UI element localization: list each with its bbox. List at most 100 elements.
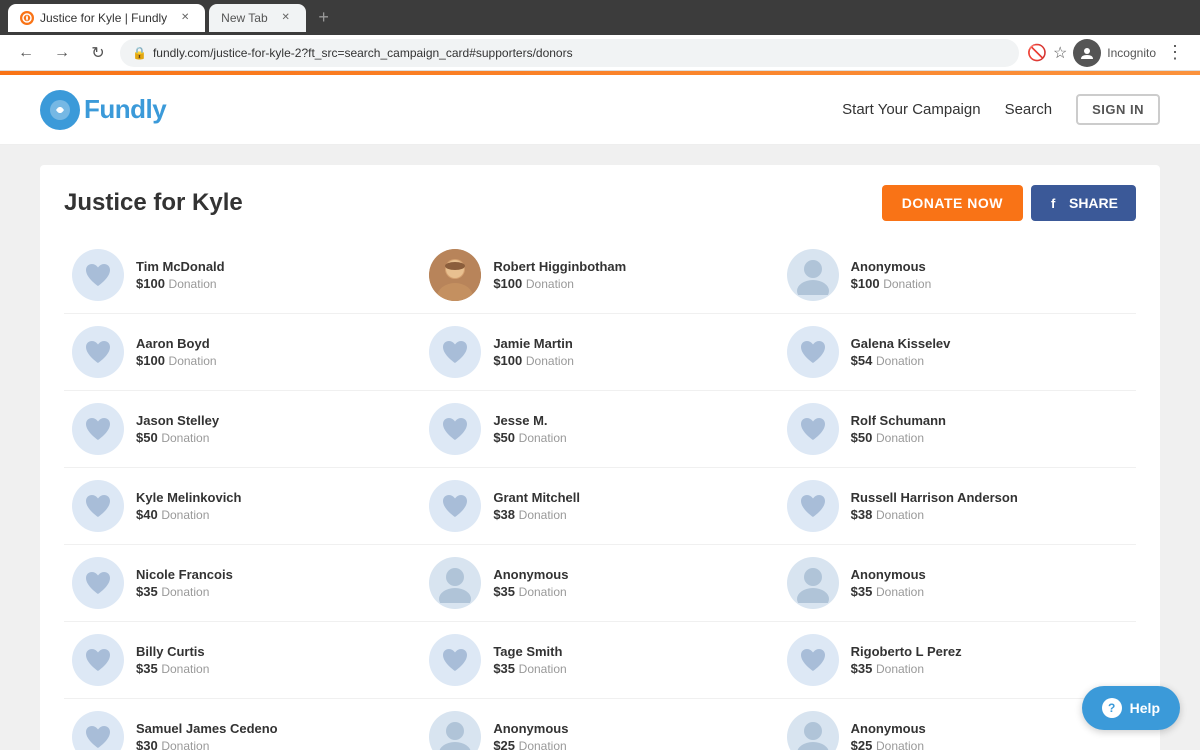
donor-info: Galena Kisselev $54 Donation <box>851 336 951 368</box>
forward-button[interactable]: → <box>48 39 76 67</box>
donor-amount: $30 Donation <box>136 738 278 750</box>
avatar <box>787 326 839 378</box>
list-item: Grant Mitchell $38 Donation <box>421 468 778 545</box>
campaign-card: Justice for Kyle DONATE NOW f SHARE Tim … <box>40 165 1160 750</box>
browser-menu-button[interactable]: ⋮ <box>1162 38 1188 67</box>
avatar <box>72 326 124 378</box>
donor-amount: $35 Donation <box>851 661 962 676</box>
list-item: Nicole Francois $35 Donation <box>64 545 421 622</box>
donor-amount: $100 Donation <box>493 353 574 368</box>
tab-new[interactable]: New Tab ✕ <box>209 4 305 32</box>
donor-info: Billy Curtis $35 Donation <box>136 644 209 676</box>
donor-amount: $25 Donation <box>493 738 568 750</box>
avatar <box>429 634 481 686</box>
donor-amount: $25 Donation <box>851 738 926 750</box>
donor-amount: $35 Donation <box>851 584 926 599</box>
tab-favicon-icon <box>20 11 34 25</box>
donor-amount: $100 Donation <box>136 353 217 368</box>
donor-info: Aaron Boyd $100 Donation <box>136 336 217 368</box>
donor-amount: $38 Donation <box>493 507 580 522</box>
donor-name: Grant Mitchell <box>493 490 580 505</box>
new-tab-button[interactable]: + <box>310 4 338 32</box>
star-icon[interactable]: ☆ <box>1053 43 1067 63</box>
donor-info: Jason Stelley $50 Donation <box>136 413 219 445</box>
list-item: Aaron Boyd $100 Donation <box>64 314 421 391</box>
donor-name: Rolf Schumann <box>851 413 946 428</box>
donor-name: Aaron Boyd <box>136 336 217 351</box>
avatar <box>787 403 839 455</box>
tab-close-button[interactable]: ✕ <box>177 10 193 26</box>
sign-in-button[interactable]: SIGN IN <box>1076 94 1160 125</box>
donor-amount: $50 Donation <box>851 430 946 445</box>
browser-chrome: Justice for Kyle | Fundly ✕ New Tab ✕ + <box>0 0 1200 35</box>
donate-now-button[interactable]: DONATE NOW <box>882 185 1023 221</box>
donor-name: Nicole Francois <box>136 567 233 582</box>
avatar <box>429 711 481 750</box>
avatar <box>72 634 124 686</box>
incognito-icon <box>1073 39 1101 67</box>
donor-info: Tage Smith $35 Donation <box>493 644 566 676</box>
list-item: Anonymous $100 Donation <box>779 237 1136 314</box>
list-item: Kyle Melinkovich $40 Donation <box>64 468 421 545</box>
avatar <box>429 249 481 301</box>
avatar <box>72 480 124 532</box>
refresh-button[interactable]: ↻ <box>84 39 112 67</box>
tab-label: Justice for Kyle | Fundly <box>40 11 167 25</box>
donor-info: Anonymous $25 Donation <box>493 721 568 750</box>
list-item: Galena Kisselev $54 Donation <box>779 314 1136 391</box>
list-item: Anonymous $35 Donation <box>421 545 778 622</box>
tab-new-close-button[interactable]: ✕ <box>278 10 294 26</box>
list-item: Jason Stelley $50 Donation <box>64 391 421 468</box>
donor-name: Samuel James Cedeno <box>136 721 278 736</box>
donor-name: Billy Curtis <box>136 644 209 659</box>
avatar <box>72 403 124 455</box>
donor-name: Jamie Martin <box>493 336 574 351</box>
donor-info: Jamie Martin $100 Donation <box>493 336 574 368</box>
list-item: Samuel James Cedeno $30 Donation <box>64 699 421 750</box>
donor-amount: $100 Donation <box>851 276 932 291</box>
back-button[interactable]: ← <box>12 39 40 67</box>
donor-name: Robert Higginbotham <box>493 259 626 274</box>
url-bar[interactable]: 🔒 fundly.com/justice-for-kyle-2?ft_src=s… <box>120 39 1019 67</box>
avatar <box>72 711 124 750</box>
incognito-area: 🚫 ☆ Incognito ⋮ <box>1027 38 1188 67</box>
logo-icon <box>40 90 80 130</box>
donor-info: Rigoberto L Perez $35 Donation <box>851 644 962 676</box>
donor-info: Russell Harrison Anderson $38 Donation <box>851 490 1018 522</box>
donor-info: Anonymous $25 Donation <box>851 721 926 750</box>
avatar <box>429 403 481 455</box>
donor-amount: $35 Donation <box>493 661 566 676</box>
donor-info: Robert Higginbotham $100 Donation <box>493 259 626 291</box>
list-item: Rolf Schumann $50 Donation <box>779 391 1136 468</box>
start-campaign-link[interactable]: Start Your Campaign <box>842 101 980 118</box>
avatar <box>72 249 124 301</box>
donor-amount: $35 Donation <box>136 584 233 599</box>
help-button[interactable]: ? Help <box>1082 686 1180 730</box>
avatar <box>787 480 839 532</box>
donor-name: Jesse M. <box>493 413 566 428</box>
url-text: fundly.com/justice-for-kyle-2?ft_src=sea… <box>153 46 573 60</box>
donor-info: Anonymous $35 Donation <box>493 567 568 599</box>
logo-text: Fundly <box>84 94 166 125</box>
donors-grid: Tim McDonald $100 Donation Robert Higgin… <box>64 237 1136 750</box>
list-item: Billy Curtis $35 Donation <box>64 622 421 699</box>
search-link[interactable]: Search <box>1005 101 1053 118</box>
tab-active[interactable]: Justice for Kyle | Fundly ✕ <box>8 4 205 32</box>
donor-amount: $50 Donation <box>136 430 219 445</box>
incognito-label: Incognito <box>1107 46 1156 60</box>
donor-amount: $40 Donation <box>136 507 241 522</box>
donor-name: Kyle Melinkovich <box>136 490 241 505</box>
avatar <box>787 634 839 686</box>
donor-amount: $50 Donation <box>493 430 566 445</box>
donor-info: Tim McDonald $100 Donation <box>136 259 225 291</box>
donor-name: Anonymous <box>851 259 932 274</box>
donor-info: Jesse M. $50 Donation <box>493 413 566 445</box>
list-item: Jesse M. $50 Donation <box>421 391 778 468</box>
donor-name: Rigoberto L Perez <box>851 644 962 659</box>
site-header: Fundly Start Your Campaign Search SIGN I… <box>0 75 1200 145</box>
donor-name: Anonymous <box>493 567 568 582</box>
share-button[interactable]: f SHARE <box>1031 185 1136 221</box>
donor-name: Tage Smith <box>493 644 566 659</box>
list-item: Russell Harrison Anderson $38 Donation <box>779 468 1136 545</box>
donor-info: Anonymous $100 Donation <box>851 259 932 291</box>
